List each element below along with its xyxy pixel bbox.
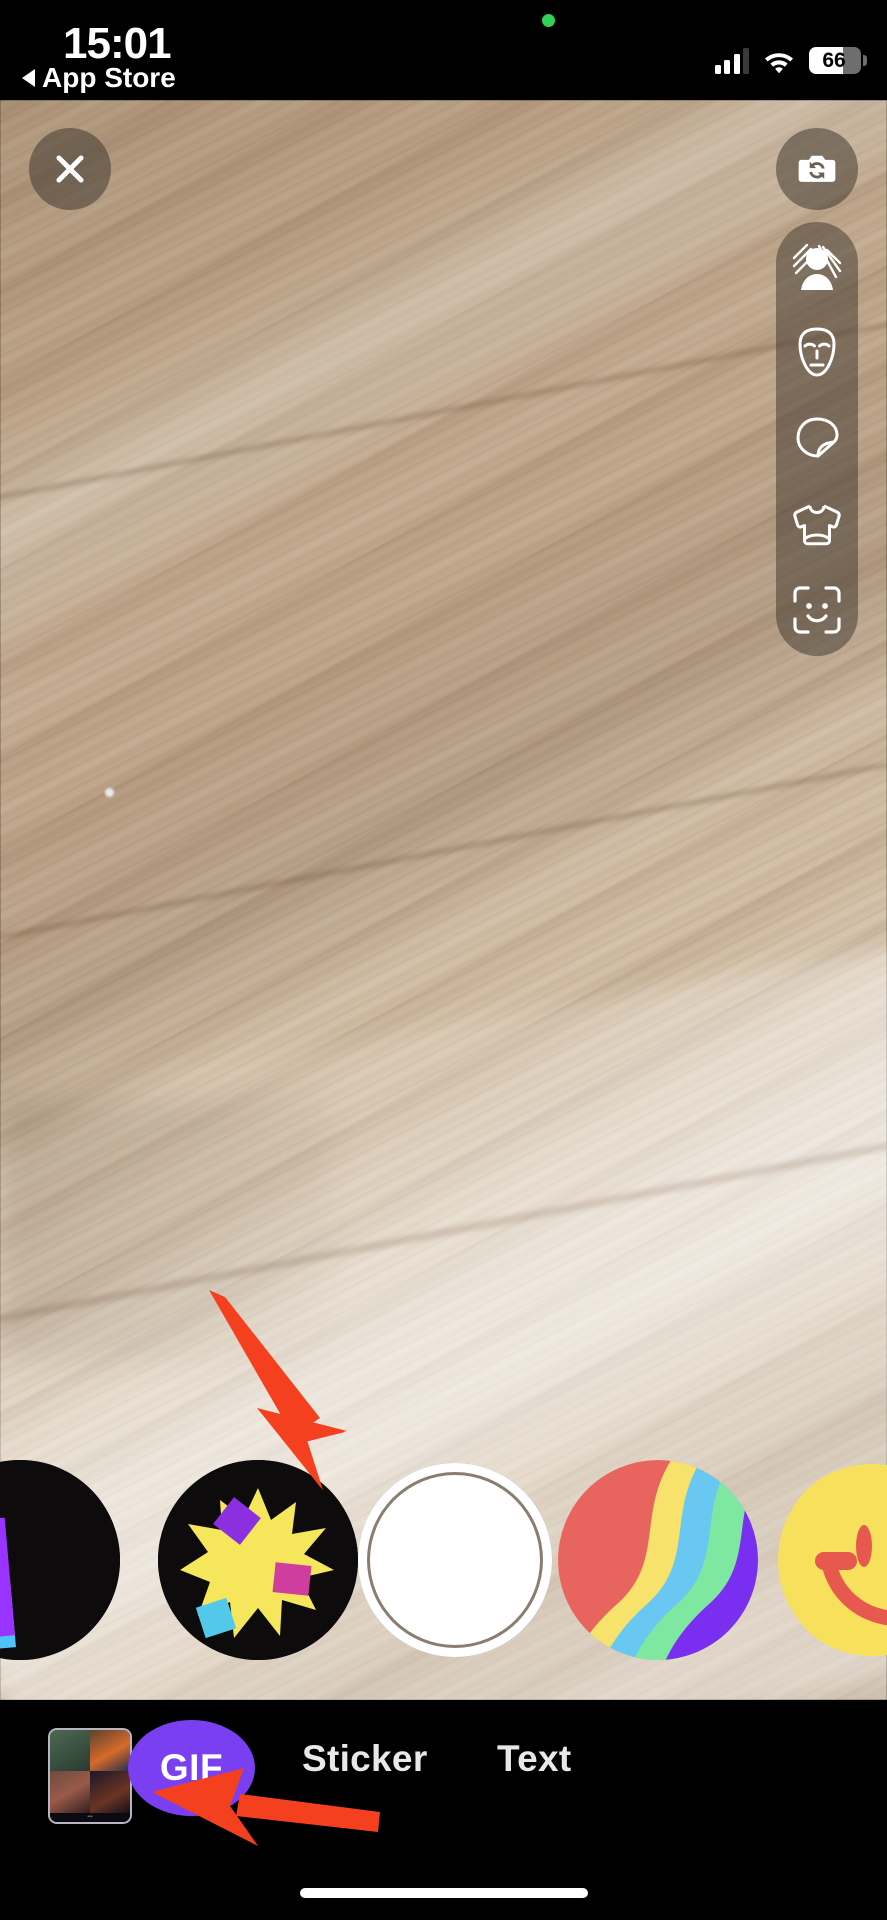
home-indicator[interactable] xyxy=(299,1888,588,1898)
status-bar-indicators: 66 xyxy=(714,40,867,74)
wifi-icon xyxy=(763,50,795,74)
close-x-icon xyxy=(56,155,84,183)
battery-tip-icon xyxy=(863,55,867,66)
carousel-item-smiley[interactable] xyxy=(778,1460,887,1660)
viewfinder-speck xyxy=(105,788,114,797)
tab-text[interactable]: Text xyxy=(497,1738,572,1780)
thumbnail-tile xyxy=(90,1730,130,1772)
back-label: App Store xyxy=(42,62,176,93)
triangle-left-icon xyxy=(22,69,35,87)
thumbnail-caption-bar: ••• xyxy=(50,1812,130,1822)
face-scan-smile-icon xyxy=(793,586,841,634)
thumbnail-tile xyxy=(50,1730,90,1772)
tab-sticker-label: Sticker xyxy=(302,1738,428,1779)
carousel-item-purple-card[interactable] xyxy=(0,1460,120,1660)
green-recording-dot-icon xyxy=(542,14,555,27)
viewfinder-shadow xyxy=(0,1100,330,1360)
carousel-item-rainbow-swirl[interactable] xyxy=(558,1460,758,1660)
effects-rail-item-masks[interactable] xyxy=(787,322,847,382)
portrait-effect-icon xyxy=(792,243,842,290)
bottom-tab-bar[interactable]: ••• GIF Sticker Text xyxy=(0,1700,887,1920)
phone-screen: 15:01 App Store 66 ••• GIF Sticker Text xyxy=(0,0,887,1920)
viewfinder-shading xyxy=(0,100,887,676)
camera-flip-icon xyxy=(798,155,836,182)
effect-filter-carousel[interactable] xyxy=(0,1460,887,1660)
tab-sticker[interactable]: Sticker xyxy=(302,1738,428,1780)
flip-camera-button[interactable] xyxy=(776,128,858,210)
tab-text-label: Text xyxy=(497,1738,572,1779)
close-button[interactable] xyxy=(29,128,111,210)
status-bar: 15:01 App Store 66 xyxy=(0,0,887,100)
back-to-app-store-button[interactable]: App Store xyxy=(22,62,176,94)
thumbnail-tile xyxy=(50,1771,90,1813)
thumbnail-tile xyxy=(90,1771,130,1813)
effects-rail-item-effects[interactable] xyxy=(787,408,847,468)
shutter-button[interactable] xyxy=(358,1463,552,1657)
carousel-item-comic-burst[interactable] xyxy=(158,1460,358,1660)
effects-rail-item-backdrops[interactable] xyxy=(787,494,847,554)
battery-percent-label: 66 xyxy=(822,49,846,72)
sticker-leaf-icon xyxy=(796,417,839,458)
face-mask-icon xyxy=(798,327,836,377)
effects-rail[interactable] xyxy=(776,222,858,656)
effects-rail-item-portrait[interactable] xyxy=(787,236,847,296)
battery-icon: 66 xyxy=(809,47,861,74)
tab-gif[interactable]: GIF xyxy=(128,1720,255,1816)
cellular-signal-icon xyxy=(714,48,749,74)
tab-gif-label: GIF xyxy=(159,1747,224,1788)
effects-rail-item-memoji[interactable] xyxy=(787,580,847,640)
media-thumbnail[interactable]: ••• xyxy=(48,1728,132,1824)
tshirt-icon xyxy=(793,504,841,546)
